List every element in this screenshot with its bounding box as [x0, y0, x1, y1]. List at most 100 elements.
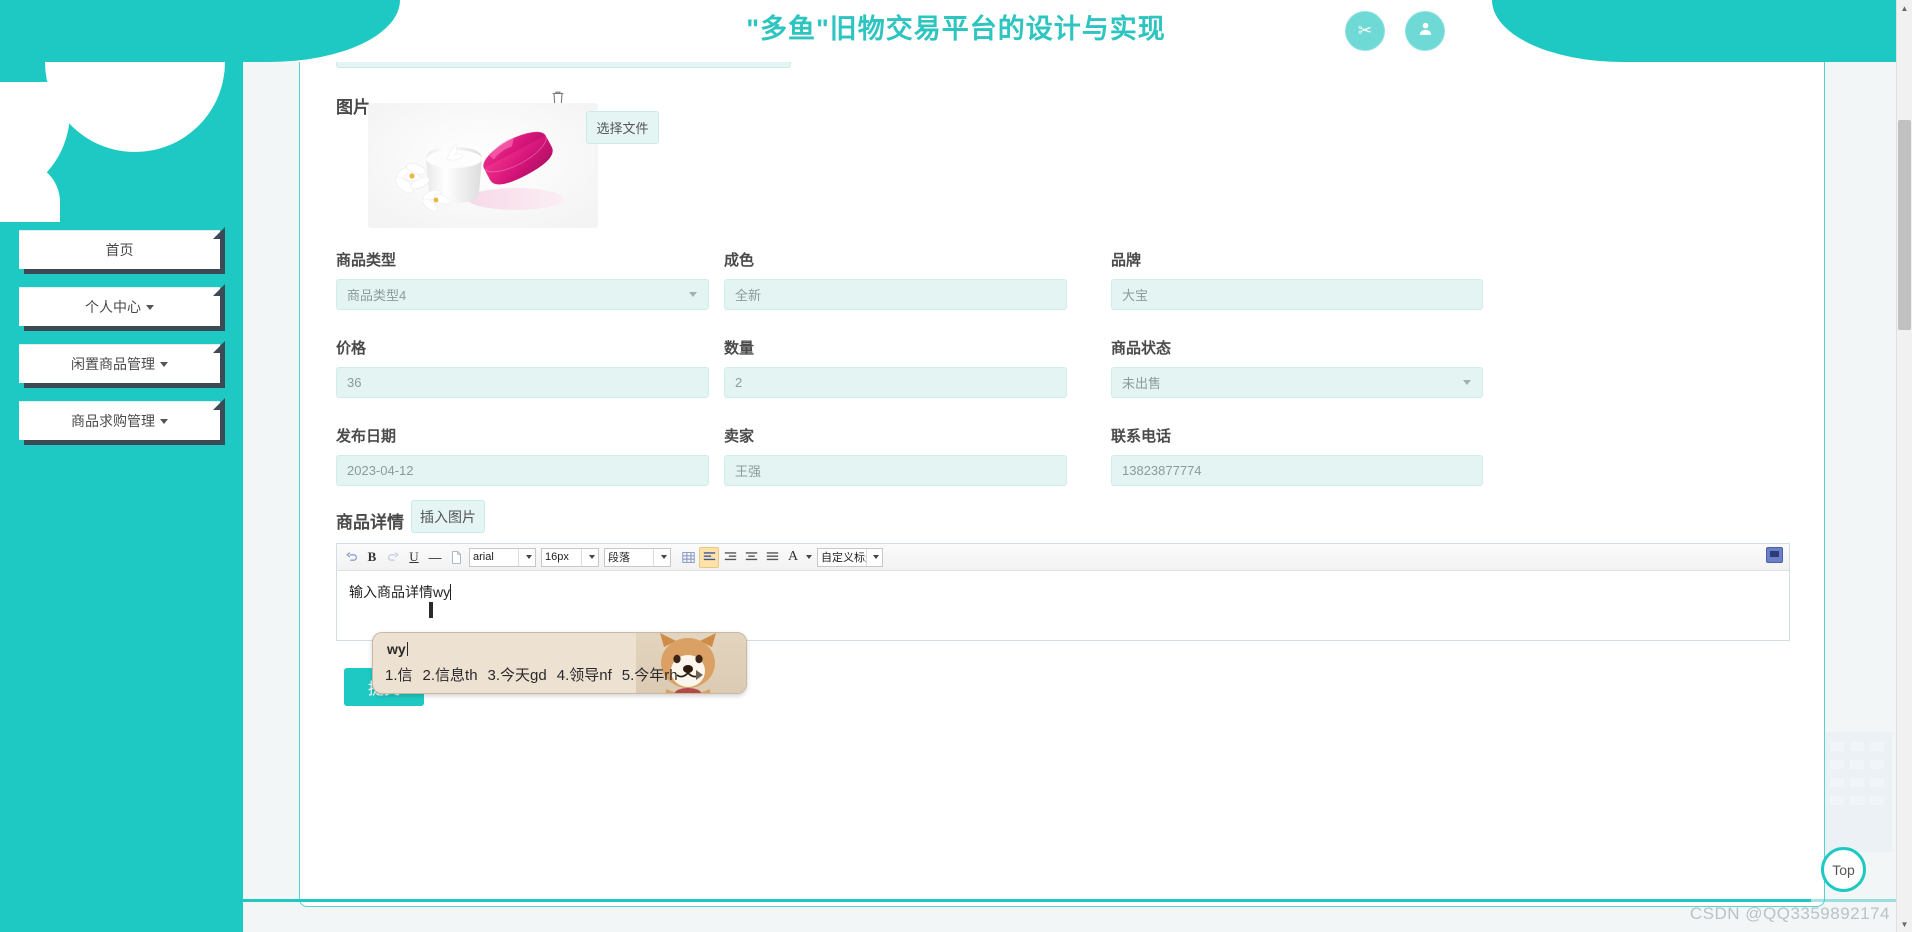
ime-candidate[interactable]: 2.信息th: [423, 664, 478, 685]
scroll-to-top-button[interactable]: Top: [1821, 847, 1866, 892]
font-family-value: arial: [473, 551, 494, 563]
undo-icon[interactable]: [341, 547, 361, 568]
product-photo[interactable]: [368, 103, 598, 228]
scrollbar-thumb[interactable]: [1898, 120, 1911, 330]
sidebar-item-label: 个人中心: [85, 299, 141, 315]
user-account-button[interactable]: [1405, 11, 1445, 51]
watermark: CSDN @QQ3359892174: [1689, 904, 1890, 923]
ime-candidate-popup[interactable]: wy 1.信 2.信息th 3.今天gd 4.领导nf 5.今年rh: [372, 632, 747, 694]
choose-file-label: 选择文件: [596, 121, 649, 136]
font-size-select[interactable]: 16px: [541, 547, 599, 567]
field-value: 2023-04-12: [347, 463, 414, 478]
contact-phone-input[interactable]: 13823877774: [1111, 455, 1483, 486]
field-price: 价格 36: [336, 337, 709, 398]
detail-field-label: 商品详情: [336, 513, 404, 532]
field-label: 商品类型: [336, 252, 397, 269]
vertical-scrollbar[interactable]: ▲ ▼: [1896, 0, 1912, 932]
choose-file-button[interactable]: 选择文件: [586, 111, 659, 144]
quantity-input[interactable]: 2: [724, 367, 1067, 398]
field-seller: 卖家 王强: [724, 425, 1067, 486]
ime-candidate[interactable]: 1.信: [385, 664, 413, 685]
field-value: 13823877774: [1122, 463, 1202, 478]
sidebar-decoration-corner: [0, 162, 60, 222]
next-page-icon[interactable]: [695, 669, 703, 680]
field-quantity: 数量 2: [724, 337, 1067, 398]
sidebar-item-purchase-request-management[interactable]: 商品求购管理: [19, 398, 225, 440]
align-justify-icon[interactable]: [762, 547, 782, 568]
page-break-icon[interactable]: [446, 547, 466, 568]
editor-toolbar: B U — arial 16px 段落 A 自定义标: [337, 544, 1789, 571]
field-value: 大宝: [1122, 288, 1149, 303]
chevron-down-icon: [160, 361, 168, 367]
sidebar-item-home[interactable]: 首页: [19, 227, 225, 269]
field-value: 全新: [735, 288, 762, 303]
page-title: "多鱼"旧物交易平台的设计与实现: [746, 14, 1166, 44]
field-label: 价格: [336, 340, 367, 357]
field-value: 未出售: [1122, 376, 1162, 391]
scroll-up-icon[interactable]: ▲: [1898, 0, 1911, 16]
insert-table-icon[interactable]: [678, 547, 698, 568]
bottom-divider: [243, 899, 1811, 902]
sidebar-item-personal-center[interactable]: 个人中心: [19, 284, 225, 326]
chevron-down-icon: [160, 418, 168, 424]
insert-image-button[interactable]: 插入图片: [411, 500, 485, 533]
field-value: 36: [347, 375, 362, 390]
background-building-decoration: [1822, 732, 1892, 852]
field-value: 王强: [735, 464, 762, 479]
field-value: 商品类型4: [347, 288, 407, 303]
custom-title-value: 自定义标题: [821, 552, 866, 564]
product-type-select[interactable]: 商品类型4: [336, 279, 709, 310]
field-label: 成色: [724, 252, 755, 269]
underline-button[interactable]: U: [404, 547, 424, 568]
editor-content-area[interactable]: 输入商品详情wy: [337, 571, 1789, 641]
align-right-icon[interactable]: [720, 547, 740, 568]
condition-input[interactable]: 全新: [724, 279, 1067, 310]
user-icon: [1417, 20, 1434, 42]
text-color-label: A: [787, 549, 799, 564]
product-edit-card: 图片 选择文件 商品类型 商品类型4 成色 全新 品牌 大宝 价格 36 数量 …: [299, 62, 1825, 907]
text-color-icon[interactable]: A: [783, 547, 803, 568]
sidebar-item-label: 闲置商品管理: [71, 356, 155, 372]
editor-text: 输入商品详情wy: [349, 584, 451, 600]
share-button[interactable]: ✂: [1345, 11, 1385, 51]
ime-input-text: wy: [387, 641, 408, 657]
paragraph-style-select[interactable]: 段落: [604, 547, 671, 567]
publish-date-input[interactable]: 2023-04-12: [336, 455, 709, 486]
ime-candidate-list: 1.信 2.信息th 3.今天gd 4.领导nf 5.今年rh: [385, 664, 703, 685]
chevron-down-icon: [866, 548, 879, 566]
ime-candidate[interactable]: 3.今天gd: [488, 664, 547, 685]
sidebar-item-idle-goods-management[interactable]: 闲置商品管理: [19, 341, 225, 383]
sidebar: 首页 个人中心 闲置商品管理 商品求购管理: [0, 22, 243, 932]
product-status-select[interactable]: 未出售: [1111, 367, 1483, 398]
align-left-icon[interactable]: [699, 546, 719, 568]
custom-title-select[interactable]: 自定义标题: [817, 547, 883, 567]
price-input[interactable]: 36: [336, 367, 709, 398]
font-family-select[interactable]: arial: [469, 547, 536, 567]
app-header: "多鱼"旧物交易平台的设计与实现 ✂: [0, 0, 1912, 62]
brand-input[interactable]: 大宝: [1111, 279, 1483, 310]
bold-button[interactable]: B: [362, 547, 382, 568]
redo-icon[interactable]: [383, 547, 403, 568]
image-field-label: 图片: [336, 98, 370, 117]
field-condition: 成色 全新: [724, 249, 1067, 310]
field-brand: 品牌 大宝: [1111, 249, 1483, 310]
scrolled-off-input[interactable]: [336, 62, 791, 68]
chevron-down-icon: [146, 304, 154, 310]
text-color-dropdown-icon[interactable]: [804, 547, 814, 568]
field-value: 2: [735, 375, 743, 390]
fullscreen-icon[interactable]: [1766, 547, 1783, 563]
hr-label: —: [428, 549, 442, 565]
ime-composition: wy: [387, 641, 406, 657]
horizontal-rule-icon[interactable]: —: [425, 547, 445, 568]
field-label: 卖家: [724, 428, 755, 445]
seller-input[interactable]: 王强: [724, 455, 1067, 486]
scroll-down-icon[interactable]: ▼: [1898, 916, 1911, 932]
top-button-label: Top: [1832, 861, 1855, 878]
ime-candidate[interactable]: 5.今年rh: [622, 664, 678, 685]
rich-text-editor: B U — arial 16px 段落 A 自定义标 输入商品详情wy: [336, 543, 1790, 641]
ime-candidate[interactable]: 4.领导nf: [557, 664, 612, 685]
bold-label: B: [367, 549, 377, 564]
field-product-type: 商品类型 商品类型4: [336, 249, 709, 310]
font-size-value: 16px: [545, 551, 569, 563]
align-center-icon[interactable]: [741, 547, 761, 568]
